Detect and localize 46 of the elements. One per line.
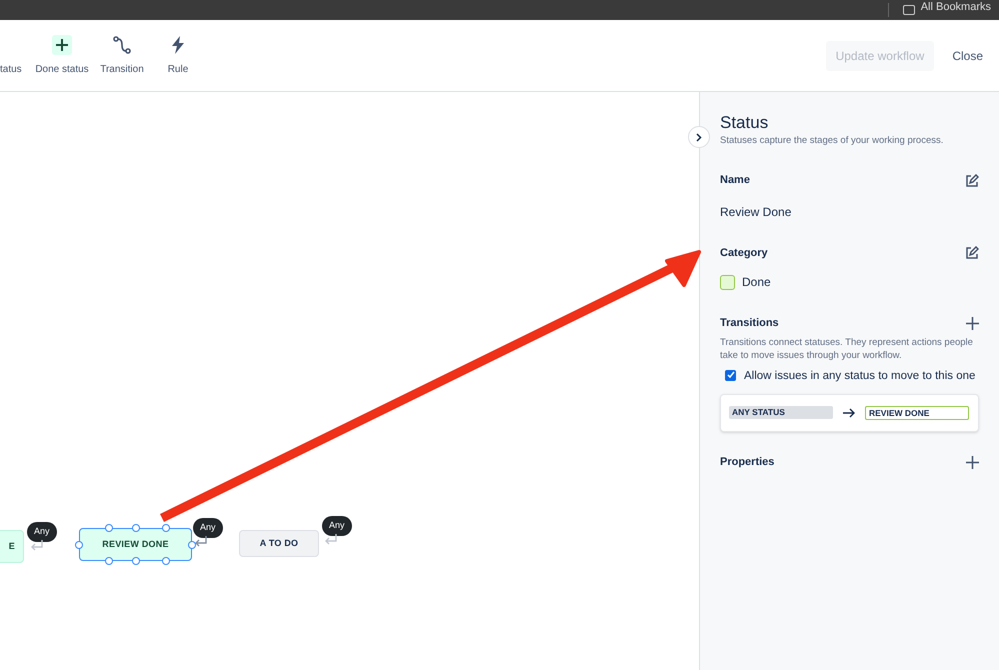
edit-icon[interactable] — [965, 174, 979, 188]
section-heading: Properties — [720, 454, 774, 470]
resize-handle[interactable] — [188, 541, 196, 549]
bookmark-icon[interactable] — [902, 5, 915, 15]
edit-icon[interactable] — [965, 246, 979, 260]
panel-title: Status — [720, 114, 770, 132]
toolbar-button[interactable]: Done status — [30, 34, 94, 77]
status-node[interactable]: A TO DO — [239, 530, 319, 557]
section-heading: Transitions — [720, 316, 779, 332]
return-arrow-icon — [194, 536, 208, 548]
resize-handle[interactable] — [132, 524, 140, 532]
return-arrow-icon — [30, 540, 44, 552]
any-badge: Any — [27, 522, 57, 542]
resize-handle[interactable] — [75, 541, 83, 549]
section-heading: Category — [720, 246, 768, 261]
toolbar-button[interactable]: tatus — [0, 34, 30, 77]
resize-handle[interactable] — [162, 557, 170, 565]
add-icon — [52, 35, 72, 55]
connector-icon — [113, 36, 131, 54]
checkbox-label[interactable]: Allow issues in any status to move to this one — [744, 368, 976, 384]
panel-subtitle: Statuses capture the stages of your working process. — [720, 134, 944, 148]
status-node[interactable]: E — [0, 530, 24, 563]
category-name: Done — [742, 274, 771, 292]
status-lozenge: ANY STATUS — [729, 406, 833, 420]
bookmarks-link[interactable]: All Bookmarks — [920, 2, 991, 12]
collapse-button[interactable] — [688, 126, 710, 148]
close-button[interactable]: Close — [936, 40, 999, 70]
checkbox[interactable] — [725, 370, 736, 381]
toolbar-button[interactable]: Rule — [150, 34, 206, 77]
section-heading: Name — [720, 173, 750, 188]
resize-handle[interactable] — [105, 524, 113, 532]
any-badge: Any — [322, 516, 352, 536]
return-arrow-icon — [324, 534, 338, 546]
transitions-description: Transitions connect statuses. They represent actions people take to move issues through your workflow. — [720, 336, 974, 362]
add-icon[interactable] — [966, 317, 979, 330]
resize-handle[interactable] — [105, 557, 113, 565]
resize-handle[interactable] — [132, 557, 140, 565]
status-lozenge: REVIEW DONE — [865, 406, 969, 420]
lightning-icon — [171, 36, 185, 54]
status-name: Review Done — [720, 204, 792, 221]
arrow-right-icon — [843, 408, 855, 418]
add-icon[interactable] — [966, 456, 979, 468]
resize-handle[interactable] — [162, 524, 170, 532]
toolbar-button[interactable]: Transition — [94, 34, 150, 77]
any-badge: Any — [193, 518, 223, 538]
chevron-right-icon — [696, 132, 702, 142]
